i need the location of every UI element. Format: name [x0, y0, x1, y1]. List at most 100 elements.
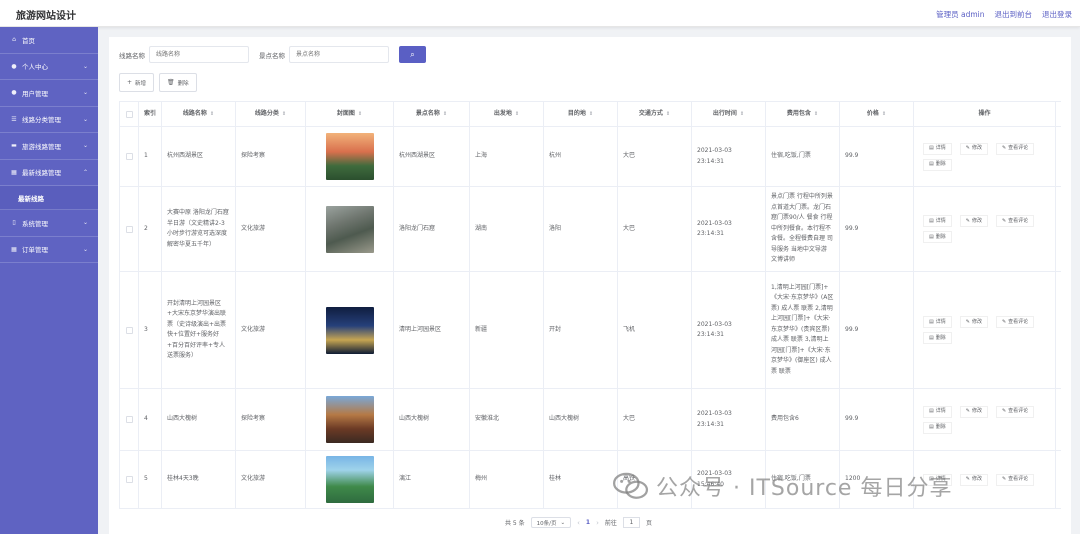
sidebar-item-profile[interactable]: ● 个人中心 ⌄ [0, 54, 98, 80]
edit-button[interactable]: ✎ 修改 [959, 142, 988, 155]
prev-page-button[interactable]: ‹ [577, 519, 580, 527]
page-size-select[interactable]: 10条/页 ⌄ [530, 517, 572, 528]
col-price[interactable]: 价格 ⇕ [840, 102, 914, 126]
header-actions: 管理员 admin 退出到前台 退出登录 [936, 9, 1072, 20]
cell-fee: 景点门票 行程中所列景点首道大门票。龙门石窟门票90/人 餐食 行程中所列餐食。… [766, 187, 840, 271]
delete-button-label: 删除 [177, 80, 189, 87]
sort-icon[interactable]: ⇕ [589, 110, 593, 119]
sort-icon[interactable]: ⇕ [210, 110, 214, 119]
detail-button[interactable]: ▤ 详情 [923, 215, 952, 227]
view-reviews-button[interactable]: ✎ 查看评论 [995, 473, 1035, 486]
row-checkbox-cell [119, 451, 139, 508]
phone-icon: ▯ [12, 219, 16, 227]
sort-icon[interactable]: ⇕ [282, 110, 286, 119]
sort-icon[interactable]: ⇕ [666, 110, 670, 119]
sidebar-item-label: 订单管理 [22, 246, 48, 255]
sort-icon[interactable]: ⇕ [814, 110, 818, 119]
delete-button[interactable]: ▤ 删除 [923, 158, 952, 171]
cell-to: 杭州 [544, 127, 618, 186]
sidebar-item-route-categories[interactable]: ☰ 线路分类管理 ⌄ [0, 107, 98, 133]
col-time[interactable]: 出行时间 ⇕ [692, 102, 766, 126]
row-checkbox-cell [119, 187, 139, 271]
col-spot[interactable]: 景点名称 ⇕ [394, 102, 470, 126]
sidebar-item-system[interactable]: ▯ 系统管理 ⌄ [0, 210, 98, 237]
pagination: 共 5 条 10条/页⌄ ‹ 1 › 前往 页 [505, 517, 652, 528]
route-name-input[interactable] [149, 46, 249, 63]
add-button[interactable]: + 新增 [119, 73, 155, 92]
detail-button[interactable]: ▤ 详情 [923, 405, 952, 418]
edit-label: 修改 [971, 318, 982, 325]
detail-button[interactable]: ▤ 详情 [923, 142, 952, 155]
view-reviews-button[interactable]: ✎ 查看评论 [995, 316, 1035, 328]
row-checkbox[interactable] [125, 225, 133, 233]
sidebar-item-orders[interactable]: ▦ 订单管理 ⌄ [0, 237, 98, 263]
sidebar-subitem-latest-routes[interactable]: 最新线路 [0, 186, 98, 210]
search-icon: ⌕ [410, 49, 415, 59]
sort-icon[interactable]: ⇕ [358, 110, 362, 119]
logout-link[interactable]: 退出登录 [1042, 9, 1072, 20]
view-reviews-button[interactable]: ✎ 查看评论 [995, 215, 1035, 227]
cell-transport: 大巴 [618, 389, 692, 450]
row-checkbox[interactable] [125, 153, 133, 160]
detail-button[interactable]: ▤ 详情 [923, 316, 952, 328]
back-to-front-link[interactable]: 退出到前台 [995, 9, 1033, 20]
routes-table: 索引 线路名称 ⇕ 线路分类 ⇕ 封面图 ⇕ 景点名称 ⇕ 出发地 ⇕ 目的地 ⇕ 交通方式… [119, 101, 1061, 509]
table-row: 3 开封清明上河园景区+大宋东京梦华演出联票（史诗级演出+出票快+位置好+服务好… [119, 272, 1061, 389]
page-unit-label: 页 [645, 520, 652, 527]
sort-icon[interactable]: ⇕ [443, 110, 447, 119]
col-transport[interactable]: 交通方式 ⇕ [618, 102, 692, 126]
watermark: 公众号 · ITSource 每日分享 [612, 470, 952, 502]
sidebar: ⌂ 首页 ● 个人中心 ⌄ ● 用户管理 ⌄ ☰ 线路分类管理 ⌄ ▬ 旅游线路… [0, 27, 98, 534]
review-label: 查看评论 [1008, 318, 1029, 325]
batch-delete-button[interactable]: 🗑 删除 [159, 73, 197, 92]
delete-button[interactable]: ▤ 删除 [923, 332, 952, 344]
edit-button[interactable]: ✎ 修改 [959, 316, 988, 328]
edit-icon: ✎ [1001, 408, 1007, 415]
sort-icon[interactable]: ⇕ [882, 110, 886, 119]
sidebar-item-tour-routes[interactable]: ▬ 旅游线路管理 ⌄ [0, 133, 98, 160]
row-checkbox[interactable] [125, 476, 133, 483]
row-checkbox[interactable] [125, 326, 133, 334]
cell-from: 上海 [470, 127, 544, 186]
view-reviews-button[interactable]: ✎ 查看评论 [995, 142, 1035, 155]
cell-operations: ▤ 详情 ✎ 修改 ✎ 查看评论 ▤ 删除 [914, 389, 1056, 450]
cell-time: 2021-03-03 23:14:31 [692, 187, 766, 271]
edit-button[interactable]: ✎ 修改 [959, 473, 988, 486]
select-all-checkbox[interactable] [125, 110, 133, 118]
delete-button[interactable]: ▤ 删除 [923, 421, 952, 434]
col-route-name[interactable]: 线路名称 ⇕ [162, 102, 236, 126]
edit-button[interactable]: ✎ 修改 [959, 405, 988, 418]
col-fee[interactable]: 费用包含 ⇕ [766, 102, 840, 126]
page-number[interactable]: 1 [586, 519, 590, 526]
edit-label: 修改 [971, 145, 982, 152]
col-category[interactable]: 线路分类 ⇕ [236, 102, 306, 126]
sort-icon[interactable]: ⇕ [515, 110, 519, 119]
next-page-button[interactable]: › [596, 519, 599, 527]
spot-name-input[interactable] [289, 46, 389, 63]
search-button[interactable]: ⌕ [399, 46, 426, 63]
delete-button[interactable]: ▤ 删除 [923, 231, 952, 243]
sidebar-item-latest-routes[interactable]: ▦ 最新线路管理 ⌃ [0, 160, 98, 186]
cell-category: 文化旅游 [236, 451, 306, 508]
edit-button[interactable]: ✎ 修改 [959, 215, 988, 227]
sidebar-item-users[interactable]: ● 用户管理 ⌄ [0, 80, 98, 107]
bus-icon: ▬ [11, 142, 17, 150]
sidebar-item-label: 线路分类管理 [22, 116, 61, 125]
row-checkbox[interactable] [125, 416, 133, 423]
cell-price: 99.9 [840, 127, 914, 186]
sort-icon[interactable]: ⇕ [740, 110, 744, 119]
col-cover[interactable]: 封面图 ⇕ [306, 102, 394, 126]
goto-page-input[interactable] [622, 517, 640, 528]
view-reviews-button[interactable]: ✎ 查看评论 [995, 405, 1035, 418]
col-index: 索引 [139, 102, 162, 126]
sidebar-item-home[interactable]: ⌂ 首页 [0, 27, 98, 54]
chevron-down-icon: ⌄ [82, 142, 88, 149]
cell-spot: 清明上河园景区 [394, 272, 470, 388]
home-icon: ⌂ [12, 36, 16, 44]
col-header-label: 索引 [144, 109, 157, 117]
col-to[interactable]: 目的地 ⇕ [544, 102, 618, 126]
detail-label: 详情 [935, 318, 946, 325]
col-from[interactable]: 出发地 ⇕ [470, 102, 544, 126]
current-user[interactable]: 管理员 admin [936, 9, 984, 20]
chevron-down-icon: ⌄ [82, 89, 88, 96]
